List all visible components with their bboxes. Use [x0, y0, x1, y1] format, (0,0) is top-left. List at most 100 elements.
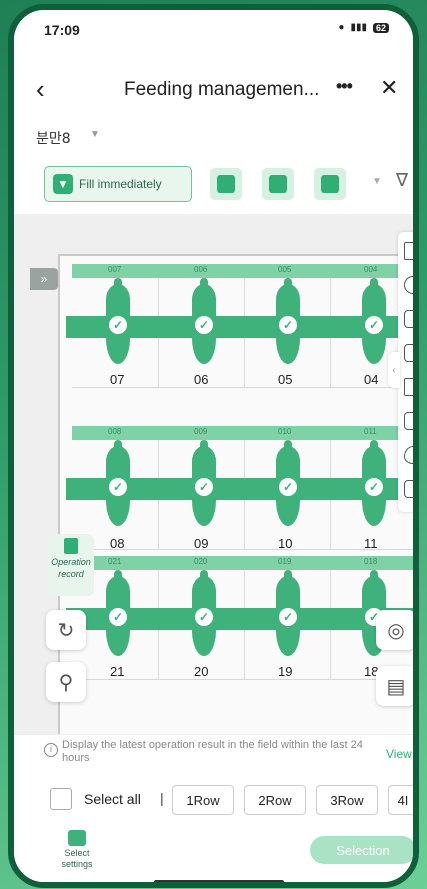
separator: | — [160, 790, 164, 806]
tag-icon[interactable] — [404, 242, 413, 260]
row-button[interactable]: 2Row — [244, 785, 306, 815]
search-button[interactable]: ⚲ — [46, 662, 86, 702]
tool-icon[interactable] — [404, 378, 413, 396]
select-settings-button[interactable]: Select settings — [54, 830, 100, 870]
plot-label: 06 — [194, 372, 209, 387]
plot-id: 009 — [194, 427, 208, 436]
row-button[interactable]: 4I — [388, 785, 413, 815]
plot-id: 019 — [278, 557, 292, 566]
feeder-icon[interactable] — [210, 168, 242, 200]
plant-icon[interactable]: ✓ — [190, 278, 218, 364]
fill-immediately-button[interactable]: ▼ Fill immediately — [44, 166, 192, 202]
filter-icon[interactable]: ∇ — [396, 170, 408, 191]
check-icon: ✓ — [195, 478, 213, 496]
bucket-icon: ▼ — [53, 174, 73, 194]
plant-icon[interactable]: ✓ — [360, 440, 388, 526]
check-icon: ✓ — [109, 608, 127, 626]
plot-id: 011 — [364, 427, 377, 436]
layers-button[interactable]: ▤ — [376, 666, 413, 706]
check-icon: ✓ — [365, 316, 383, 334]
check-icon: ✓ — [279, 478, 297, 496]
select-all-label[interactable]: Select all — [84, 791, 141, 807]
more-button[interactable]: ••• — [336, 76, 353, 97]
plot-label: 05 — [278, 372, 293, 387]
location-icon: ● — [338, 22, 345, 33]
chevron-down-icon[interactable]: ▼ — [372, 176, 382, 187]
notice-text: Display the latest operation result in t… — [62, 739, 363, 764]
home-indicator — [154, 880, 284, 882]
plant-icon[interactable]: ✓ — [360, 278, 388, 364]
status-icons: ● ▮▮▮ 62 — [338, 22, 389, 33]
info-notice: i Display the latest operation result in… — [14, 734, 413, 776]
grid-icon-shape — [269, 175, 287, 193]
plot-label: 19 — [278, 664, 293, 679]
field-map[interactable]: » 007 006 005 004 ✓ ✓ ✓ ✓ 07 06 05 04 00… — [14, 214, 413, 734]
plot-id: 007 — [108, 265, 122, 274]
plant-icon[interactable]: ✓ — [190, 570, 218, 656]
plot-label: 20 — [194, 664, 209, 679]
plot-id: 010 — [278, 427, 292, 436]
plot-label: 21 — [110, 664, 125, 679]
page-title: Feeding managemen... — [124, 79, 320, 100]
farm-name[interactable]: 분만8 — [36, 128, 71, 148]
close-button[interactable]: ✕ — [380, 75, 398, 101]
check-icon: ✓ — [365, 478, 383, 496]
plot-label: 09 — [194, 536, 209, 551]
row-header — [72, 426, 413, 440]
selection-button[interactable]: Selection — [310, 836, 413, 864]
refresh-button[interactable]: ↻ — [46, 610, 86, 650]
bottom-bar: Select settings Selection — [14, 822, 413, 882]
status-bar: 17:09 ● ▮▮▮ 62 — [14, 10, 413, 62]
plot-label: 07 — [110, 372, 125, 387]
nav-bar: ‹ Feeding managemen... ••• ✕ — [14, 62, 413, 118]
feeder-icon[interactable] — [404, 412, 413, 430]
plant-icon[interactable]: ✓ — [104, 278, 132, 364]
signal-icon: ▮▮▮ — [350, 22, 367, 33]
plant-icon[interactable]: ✓ — [190, 440, 218, 526]
grid-icon[interactable] — [262, 168, 294, 200]
map-tools-panel — [398, 232, 413, 512]
plot-label: 04 — [364, 372, 379, 387]
operation-record-button[interactable]: Operation record — [48, 534, 94, 596]
plot-id: 021 — [108, 557, 122, 566]
eye-icon[interactable] — [404, 276, 413, 294]
plant-icon[interactable]: ✓ — [274, 570, 302, 656]
check-icon: ✓ — [279, 608, 297, 626]
water-icon[interactable] — [404, 446, 413, 464]
chevron-down-icon[interactable]: ▼ — [90, 129, 100, 140]
collapse-panel-icon[interactable]: ‹ — [388, 352, 400, 388]
plot-id: 008 — [108, 427, 122, 436]
list-icon[interactable] — [314, 168, 346, 200]
plot-id: 018 — [364, 557, 378, 566]
plot-id: 005 — [278, 265, 292, 274]
battery-icon: 62 — [372, 22, 389, 33]
row-header — [72, 556, 413, 570]
plant-icon[interactable]: ✓ — [104, 570, 132, 656]
phone-frame: 17:09 ● ▮▮▮ 62 ‹ Feeding managemen... ••… — [8, 4, 419, 888]
plant-icon[interactable]: ✓ — [274, 278, 302, 364]
plant-icon[interactable]: ✓ — [104, 440, 132, 526]
calendar-icon[interactable] — [404, 344, 413, 362]
select-all-checkbox[interactable] — [50, 788, 72, 810]
check-icon: ✓ — [109, 316, 127, 334]
view-link[interactable]: View — [386, 747, 412, 761]
feeder-icon-shape — [217, 175, 235, 193]
plot-row: 021 020 019 018 ✓ ✓ ✓ ✓ 21 20 19 18 — [66, 556, 413, 680]
check-icon: ✓ — [279, 316, 297, 334]
chevron-left-icon[interactable]: ‹ — [36, 74, 45, 105]
settings-icon — [68, 830, 86, 846]
row-button[interactable]: 1Row — [172, 785, 234, 815]
check-icon: ✓ — [195, 316, 213, 334]
expand-panel-icon[interactable]: » — [30, 268, 58, 290]
locate-button[interactable]: ◎ — [376, 610, 413, 650]
fill-immediately-label: Fill immediately — [79, 177, 162, 191]
farm-selector[interactable]: 분만8 ▼ — [14, 118, 413, 156]
plot-id: 004 — [364, 265, 378, 274]
select-settings-line2: settings — [61, 859, 93, 869]
plant-icon[interactable]: ✓ — [274, 440, 302, 526]
row-header — [72, 264, 413, 278]
clipboard-icon — [64, 538, 78, 554]
row-button[interactable]: 3Row — [316, 785, 378, 815]
box-icon[interactable] — [404, 480, 413, 498]
alarm-icon[interactable] — [404, 310, 413, 328]
